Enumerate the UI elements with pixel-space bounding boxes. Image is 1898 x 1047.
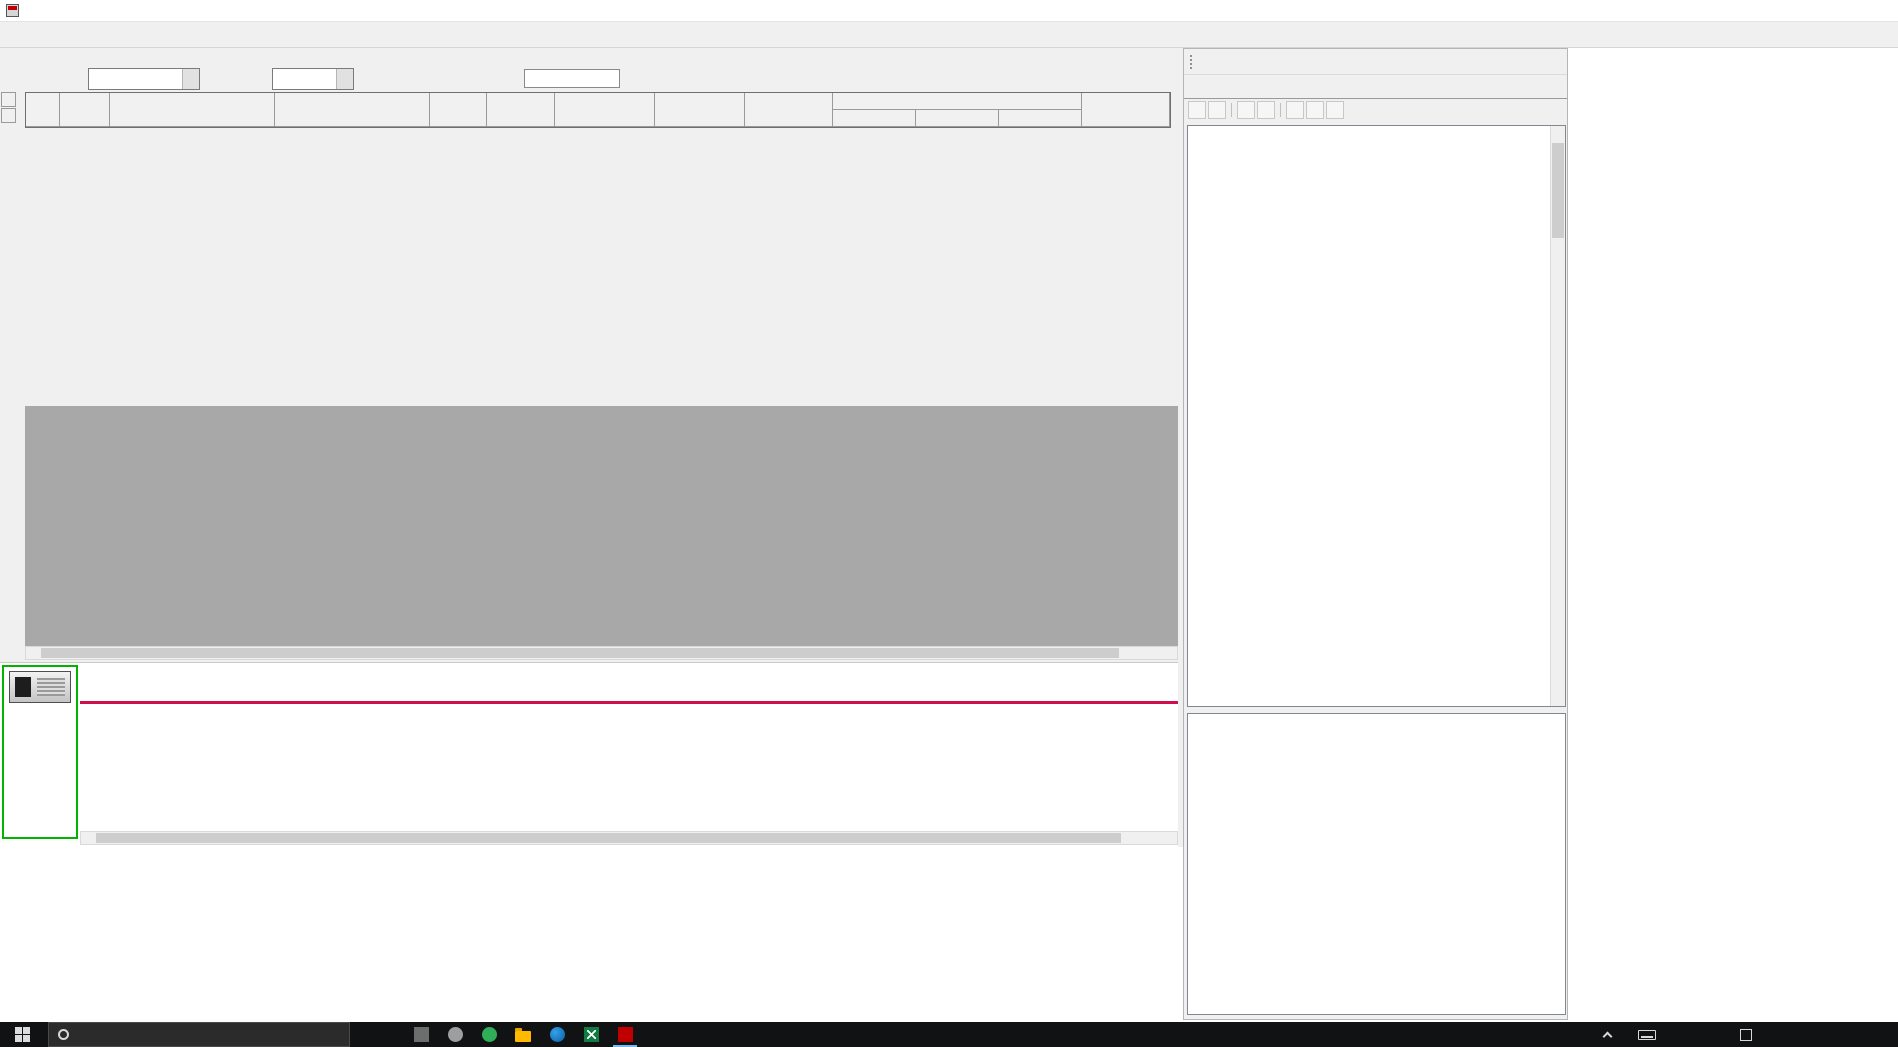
toolbar-separator bbox=[1231, 103, 1232, 117]
notification-center-icon[interactable] bbox=[1740, 1029, 1752, 1041]
browser-icon[interactable] bbox=[540, 1022, 574, 1047]
excel-icon[interactable] bbox=[574, 1022, 608, 1047]
scrollbar-track[interactable] bbox=[40, 647, 1163, 659]
diagram-horizontal-scrollbar[interactable] bbox=[80, 831, 1178, 845]
panel-header[interactable] bbox=[1184, 49, 1567, 75]
header-remote-points bbox=[655, 93, 745, 127]
taskbar-app-icon[interactable] bbox=[472, 1022, 506, 1047]
drag-handle-icon[interactable] bbox=[1190, 55, 1194, 69]
taskbar-app-icon[interactable] bbox=[404, 1022, 438, 1047]
module-detail-area bbox=[1187, 713, 1566, 1015]
configuration-pane bbox=[0, 48, 1178, 662]
scroll-right-icon[interactable] bbox=[1163, 647, 1177, 659]
menu-bar bbox=[0, 22, 1898, 48]
header-station-mode bbox=[1082, 93, 1170, 127]
taskbar bbox=[0, 1022, 1898, 1047]
module-list-panel bbox=[1183, 48, 1568, 1020]
taskbar-app-icons bbox=[404, 1022, 642, 1047]
view-grid-icon[interactable] bbox=[1188, 101, 1206, 119]
app-icon bbox=[584, 1027, 599, 1042]
app-icon bbox=[550, 1027, 565, 1042]
maximize-button[interactable] bbox=[1808, 0, 1853, 22]
active-app-icon[interactable] bbox=[608, 1022, 642, 1047]
empty-table-area bbox=[25, 406, 1178, 646]
collapse-all-icon[interactable] bbox=[1257, 101, 1275, 119]
mode-select[interactable] bbox=[88, 68, 200, 90]
network-diagram bbox=[0, 662, 1178, 847]
panel-menu-icon[interactable] bbox=[1525, 54, 1541, 70]
minimize-button[interactable] bbox=[1763, 0, 1808, 22]
chevron-down-icon[interactable] bbox=[336, 69, 353, 89]
scrollbar-track[interactable] bbox=[95, 832, 1163, 844]
header-extended-cyclic bbox=[555, 93, 655, 127]
station-table bbox=[25, 92, 1171, 128]
app-icon bbox=[414, 1027, 429, 1042]
scrollbar-thumb[interactable] bbox=[96, 833, 1121, 843]
app-icon bbox=[6, 4, 19, 17]
header-station-type bbox=[275, 93, 430, 127]
panel-close-icon[interactable] bbox=[1545, 54, 1561, 70]
panel-tabs bbox=[1184, 75, 1567, 99]
title-bar bbox=[0, 0, 1898, 22]
expand-all-icon[interactable] bbox=[1237, 101, 1255, 119]
toolbar-separator bbox=[1280, 103, 1281, 117]
header-auto bbox=[999, 110, 1082, 127]
workspace-background bbox=[0, 847, 1183, 1022]
master-station-box[interactable] bbox=[2, 665, 78, 839]
chevron-down-icon[interactable] bbox=[182, 69, 199, 89]
speed-select[interactable] bbox=[272, 68, 354, 90]
master-module-image bbox=[9, 671, 71, 703]
header-receive bbox=[916, 110, 999, 127]
scrollbar-track[interactable] bbox=[1551, 141, 1565, 691]
module-tree bbox=[1187, 125, 1566, 707]
link-scan-time-value bbox=[524, 69, 620, 88]
taskbar-app-icon[interactable] bbox=[438, 1022, 472, 1047]
scrollbar-thumb[interactable] bbox=[1552, 143, 1564, 238]
scroll-up-icon[interactable] bbox=[1551, 126, 1565, 141]
windows-logo-icon bbox=[15, 1027, 22, 1034]
table-header bbox=[26, 93, 1170, 127]
folder-icon bbox=[515, 1031, 531, 1042]
delete-icon[interactable] bbox=[1326, 101, 1344, 119]
move-down-icon[interactable] bbox=[1306, 101, 1324, 119]
app-icon bbox=[482, 1027, 497, 1042]
header-occupied-stations bbox=[487, 93, 555, 127]
scroll-left-icon[interactable] bbox=[26, 647, 40, 659]
table-horizontal-scrollbar[interactable] bbox=[25, 646, 1178, 660]
touch-keyboard-icon[interactable] bbox=[1638, 1030, 1656, 1040]
taskbar-search[interactable] bbox=[48, 1022, 350, 1047]
header-reserve-invalid bbox=[745, 93, 833, 127]
scroll-up-button[interactable] bbox=[1, 92, 16, 107]
app-icon bbox=[448, 1027, 463, 1042]
move-up-icon[interactable] bbox=[1286, 101, 1304, 119]
close-button[interactable] bbox=[1853, 0, 1898, 22]
header-version bbox=[430, 93, 487, 127]
header-buffer-group bbox=[833, 93, 1082, 110]
start-button[interactable] bbox=[0, 1022, 44, 1047]
scroll-down-button[interactable] bbox=[1, 108, 16, 123]
header-station-number bbox=[60, 93, 110, 127]
app-icon bbox=[618, 1027, 633, 1042]
tree-vertical-scrollbar[interactable] bbox=[1550, 126, 1565, 706]
header-icon-column bbox=[26, 93, 60, 127]
header-model bbox=[110, 93, 275, 127]
file-explorer-icon[interactable] bbox=[506, 1022, 540, 1047]
search-icon bbox=[58, 1029, 69, 1040]
header-send bbox=[833, 110, 916, 127]
network-trunk-line bbox=[80, 701, 1178, 704]
workspace-background bbox=[1568, 48, 1898, 1022]
scroll-right-icon[interactable] bbox=[1163, 832, 1177, 844]
scroll-down-icon[interactable] bbox=[1551, 691, 1565, 706]
scroll-left-icon[interactable] bbox=[81, 832, 95, 844]
scrollbar-thumb[interactable] bbox=[41, 648, 1119, 658]
hidden-icons-chevron-icon[interactable] bbox=[1603, 1032, 1613, 1042]
panel-toolbar bbox=[1184, 99, 1567, 121]
sort-az-icon[interactable] bbox=[1208, 101, 1226, 119]
